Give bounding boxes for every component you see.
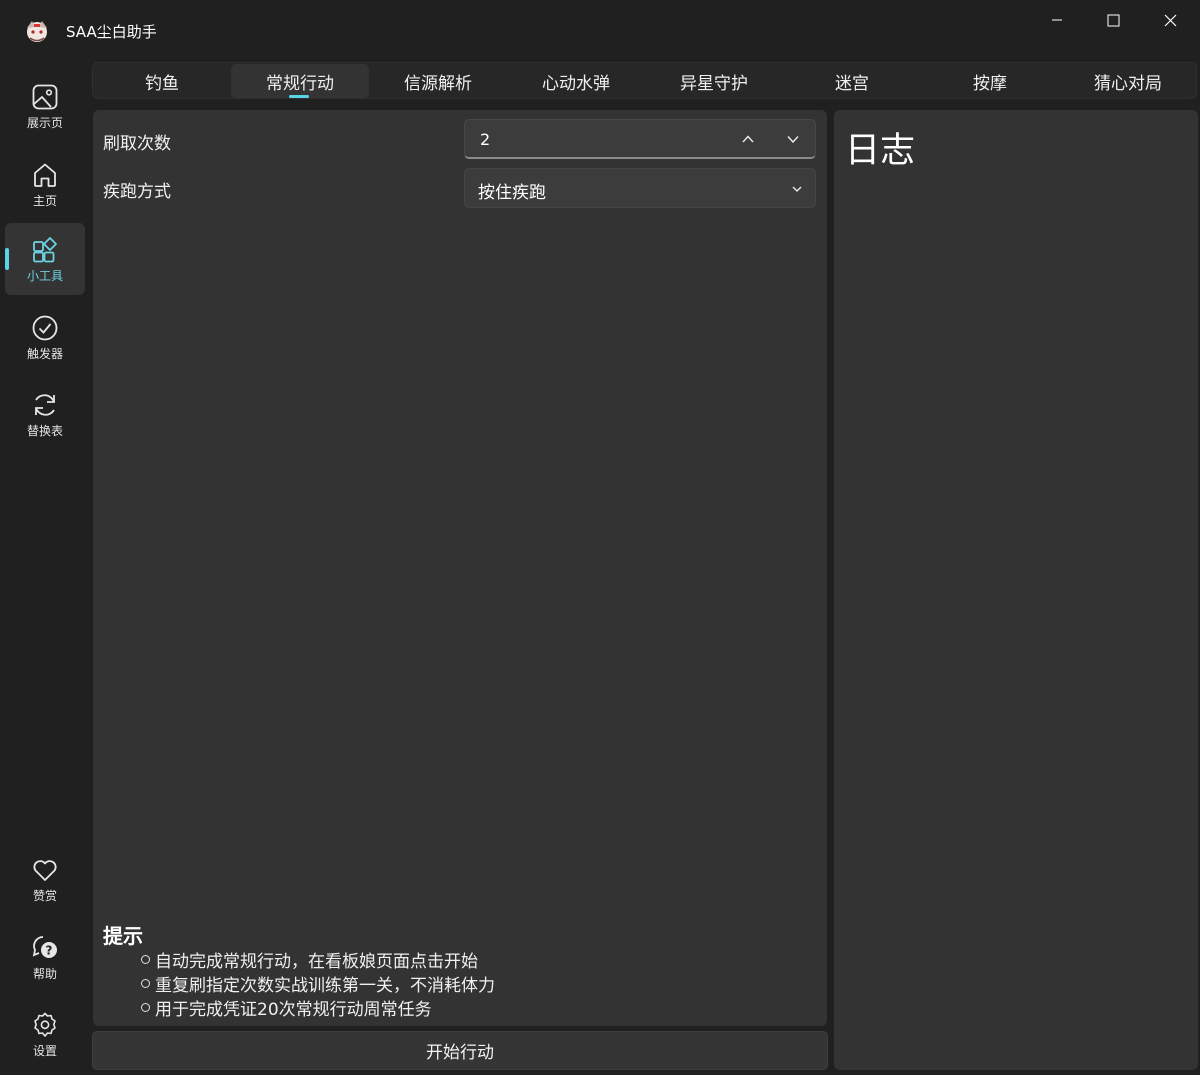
count-value[interactable]: 2: [480, 130, 490, 149]
svg-text:?: ?: [46, 944, 53, 958]
chevron-down-icon: [792, 186, 802, 193]
increment-button[interactable]: [734, 126, 762, 152]
sidebar-item-replace-table[interactable]: 替换表: [5, 378, 85, 450]
maximize-button[interactable]: [1085, 0, 1141, 40]
tab-alien-guardian[interactable]: 异星守护: [645, 63, 783, 99]
tab-routine-action[interactable]: 常规行动: [231, 64, 369, 98]
sidebar-item-label: 触发器: [26, 347, 63, 361]
sync-icon: [35, 394, 55, 416]
decrement-button[interactable]: [779, 126, 807, 152]
minimize-button[interactable]: [1029, 0, 1085, 40]
tip-item: 自动完成常规行动，在看板娘页面点击开始: [141, 947, 478, 972]
settings-icon: [34, 1012, 56, 1037]
run-mode-value: 按住疾跑: [478, 183, 546, 203]
app-title: SAA尘白助手: [66, 23, 157, 41]
tab-massage[interactable]: 按摩: [921, 63, 1059, 99]
tool-tab-bar: 钓鱼 常规行动 信源解析 心动水弹 异星守护 迷宫 按摩 猜心对局: [92, 62, 1197, 99]
tab-maze[interactable]: 迷宫: [783, 63, 921, 99]
tab-active-indicator: [289, 95, 309, 98]
sidebar-item-triggers[interactable]: 触发器: [5, 301, 85, 373]
log-panel: 日志: [834, 110, 1198, 1070]
chevron-down-icon: [787, 135, 799, 144]
settings-panel: 刷取次数 2 疾跑方式 按住疾跑 提示 自动完成常规行动，在看板娘页面点击开始 …: [93, 110, 827, 1026]
tip-item: 用于完成凭证20次常规行动周常任务: [141, 995, 432, 1020]
tip-item: 重复刷指定次数实战训练第一关，不消耗体力: [141, 971, 495, 996]
tab-fishing[interactable]: 钓鱼: [93, 63, 231, 99]
bullet-icon: [141, 955, 150, 964]
sidebar-item-label: 帮助: [32, 967, 57, 981]
sidebar-item-label: 赞赏: [32, 889, 57, 903]
sidebar-item-label: 小工具: [26, 269, 63, 283]
heart-icon: [33, 860, 57, 881]
tab-water-bomb[interactable]: 心动水弹: [507, 63, 645, 99]
sidebar-item-label: 替换表: [26, 424, 63, 438]
app-logo-icon: [27, 21, 47, 42]
sidebar-item-home[interactable]: 主页: [5, 148, 85, 220]
count-spinbox[interactable]: 2: [464, 119, 816, 159]
bullet-icon: [141, 1003, 150, 1012]
start-action-button[interactable]: 开始行动: [92, 1031, 828, 1070]
apps-icon: [33, 237, 57, 263]
sidebar-item-settings[interactable]: 设置: [5, 998, 85, 1070]
sidebar-item-donate[interactable]: 赞赏: [5, 843, 85, 915]
run-mode-label: 疾跑方式: [103, 182, 171, 202]
log-title: 日志: [845, 131, 916, 171]
maximize-icon: [1107, 14, 1119, 26]
minimize-icon: [1052, 19, 1062, 21]
checkmark-circle-icon: [32, 315, 58, 341]
title-bar: SAA尘白助手: [0, 0, 1200, 60]
tips-title: 提示: [103, 924, 143, 948]
sidebar-item-showcase[interactable]: 展示页: [5, 70, 85, 142]
image-icon: [32, 84, 58, 110]
sidebar-item-label: 主页: [32, 194, 57, 208]
chevron-up-icon: [742, 135, 754, 143]
sidebar-item-help[interactable]: ? 帮助: [5, 921, 85, 993]
home-icon: [34, 163, 56, 187]
bullet-icon: [141, 979, 150, 988]
help-chat-icon: ?: [32, 936, 57, 958]
count-label: 刷取次数: [103, 134, 171, 154]
close-icon: [1164, 14, 1176, 26]
close-button[interactable]: [1142, 0, 1198, 40]
run-mode-select[interactable]: 按住疾跑: [464, 168, 816, 208]
active-indicator: [5, 248, 9, 270]
sidebar-item-label: 设置: [32, 1044, 57, 1058]
sidebar-item-label: 展示页: [26, 116, 63, 130]
sidebar-item-tools[interactable]: 小工具: [5, 223, 85, 295]
tab-guess-heart[interactable]: 猜心对局: [1059, 63, 1197, 99]
tab-source-analysis[interactable]: 信源解析: [369, 63, 507, 99]
